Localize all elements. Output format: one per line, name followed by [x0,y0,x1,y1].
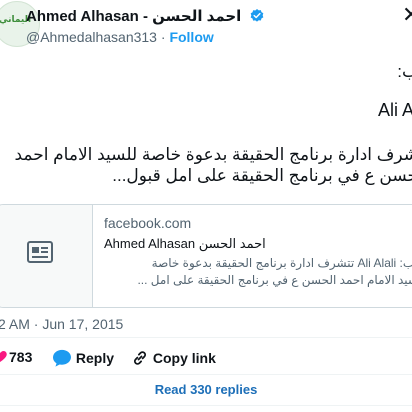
copy-link-label: Copy link [152,350,216,366]
divider [0,337,412,338]
reply-bubble-icon [53,349,71,367]
copy-link-button[interactable]: Copy link [131,349,216,367]
tweet-text-line: شرف ادارة برنامج الحقيقة بدعوة خاصة للسي… [14,145,412,164]
tweet-text-line: حسن ع في برنامج الحقيقة على امل قبول... [112,166,412,185]
divider [0,405,412,406]
close-icon[interactable]: ✕ [402,2,412,28]
author-display-name[interactable]: Ahmed Alhasan - احمد الحسن [26,8,241,25]
tweet-text-line: Ali Al [377,100,412,120]
like-count[interactable]: 783 [9,349,32,365]
handle-separator: · [160,29,166,45]
more-options-icon[interactable]: ⋮ [405,312,412,332]
divider [0,374,412,375]
reply-label: Reply [75,350,115,366]
follow-button[interactable]: Follow [169,29,213,45]
card-domain: facebook.com [104,215,192,231]
card-description-line: تب: Ali Alali تتشرف ادارة برنامج الحقيقة… [151,256,412,270]
like-icon[interactable] [0,348,8,369]
verified-badge-icon [250,9,263,22]
link-icon [133,351,147,365]
tweet-text-line: ب: [397,62,412,81]
author-handle-row: @Ahmedalhasan313 · Follow [26,29,214,45]
card-title: Ahmed Alhasan احمد الحسن [104,236,266,251]
tweet-timestamp[interactable]: 2 AM · Jun 17, 2015 [0,316,123,332]
author-name-row[interactable]: Ahmed Alhasan - احمد الحسن [26,7,265,25]
article-icon [27,241,53,263]
card-thumbnail [0,205,93,307]
read-replies-button[interactable]: Read 330 replies [0,382,412,397]
author-handle[interactable]: @Ahmedalhasan313 [26,29,157,45]
card-description-line: سيد الامام احمد الحسن ع في برنامج الحقيق… [137,273,412,287]
reply-button[interactable]: Reply [52,349,114,367]
